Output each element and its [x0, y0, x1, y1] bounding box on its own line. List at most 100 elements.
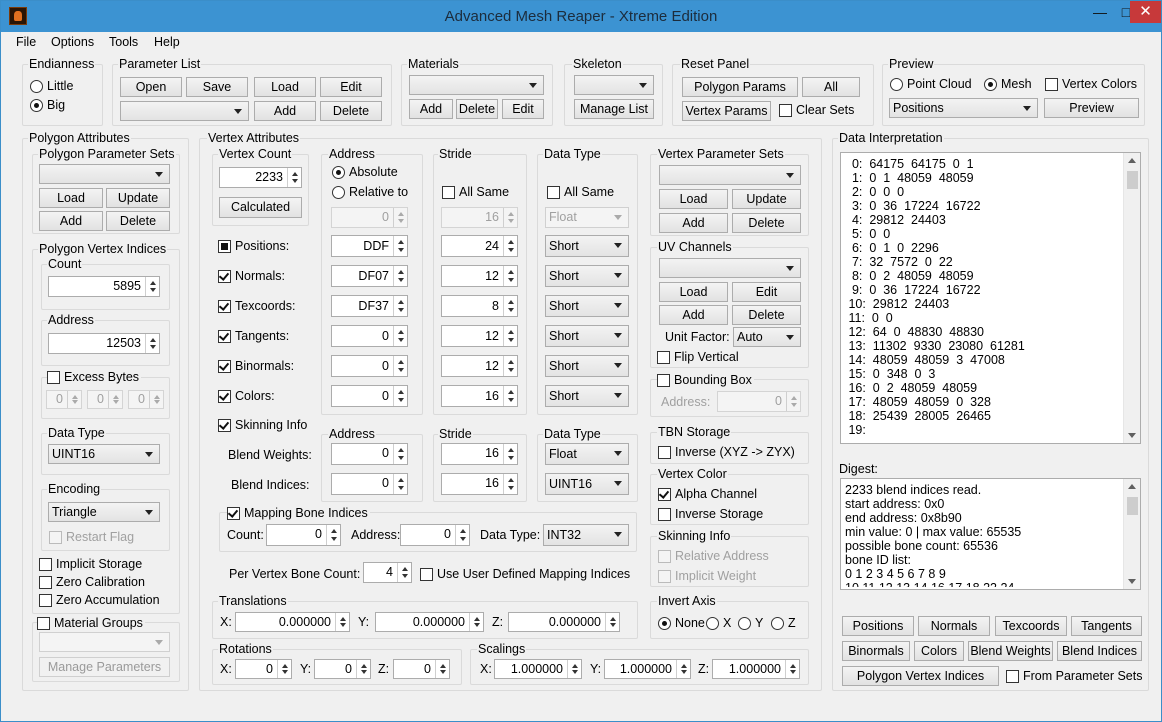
radio-point-cloud[interactable]: Point Cloud [890, 77, 972, 91]
data-interpretation-text[interactable]: 0: 64175 64175 0 1 1: 0 1 48059 48059 2:… [840, 152, 1141, 444]
relative-to-spinbox[interactable]: 0 [331, 207, 408, 228]
binormals-checkbox[interactable]: Binormals: [218, 359, 294, 373]
translation-x-spinbox[interactable]: 0.000000 [235, 612, 350, 632]
mb-count-spinbox[interactable]: 0 [266, 524, 341, 546]
implicit-storage-checkbox[interactable]: Implicit Storage [39, 557, 142, 571]
rotation-x-spinbox[interactable]: 0 [235, 659, 292, 679]
vertex-colors-checkbox[interactable]: Vertex Colors [1045, 77, 1137, 91]
digest-text[interactable]: 2233 blend indices read. start address: 0… [840, 478, 1141, 590]
tangents-checkbox[interactable]: Tangents: [218, 329, 289, 343]
uv-add-button[interactable]: Add [659, 305, 728, 325]
bounding-box-checkbox[interactable]: Bounding Box [657, 373, 754, 387]
vertex-add-button[interactable]: Add [659, 213, 728, 233]
parameter-list-select[interactable] [120, 101, 249, 121]
stride-base-spinbox[interactable]: 16 [441, 207, 518, 228]
colors-checkbox[interactable]: Colors: [218, 389, 275, 403]
polygon-add-button[interactable]: Add [39, 211, 103, 231]
uv-edit-button[interactable]: Edit [732, 282, 801, 302]
reset-all-button[interactable]: All [802, 77, 860, 97]
positions-address-spinbox[interactable]: DDF [331, 235, 408, 257]
radio-invert-x[interactable]: X [706, 616, 731, 630]
zero-calibration-checkbox[interactable]: Zero Calibration [39, 575, 145, 589]
normals-button[interactable]: Normals [918, 616, 990, 636]
blend-weights-address-spinbox[interactable]: 0 [331, 443, 408, 465]
excess-spin-3[interactable]: 0 [128, 390, 164, 409]
positions-type-select[interactable]: Short [545, 235, 629, 257]
material-groups-checkbox[interactable]: Material Groups [37, 616, 145, 630]
normals-type-select[interactable]: Short [545, 265, 629, 287]
radio-big[interactable]: Big [30, 98, 65, 112]
radio-invert-y[interactable]: Y [738, 616, 763, 630]
binormals-button[interactable]: Binormals [842, 641, 910, 661]
manage-parameters-button[interactable]: Manage Parameters [39, 657, 170, 677]
count-spinbox[interactable]: 5895 [48, 276, 160, 297]
tangents-type-select[interactable]: Short [545, 325, 629, 347]
material-groups-select[interactable] [39, 632, 170, 652]
blend-indices-button[interactable]: Blend Indices [1057, 641, 1142, 661]
translation-z-spinbox[interactable]: 0.000000 [508, 612, 620, 632]
excess-bytes-checkbox[interactable]: Excess Bytes [47, 370, 142, 384]
scaling-z-spinbox[interactable]: 1.000000 [712, 659, 800, 679]
minimize-button[interactable]: — [1086, 1, 1114, 23]
materials-delete-button[interactable]: Delete [456, 99, 498, 119]
param-add-button[interactable]: Add [254, 101, 316, 121]
rotation-z-spinbox[interactable]: 0 [393, 659, 450, 679]
blend-indices-address-spinbox[interactable]: 0 [331, 473, 408, 495]
param-delete-button[interactable]: Delete [320, 101, 382, 121]
radio-invert-z[interactable]: Z [771, 616, 796, 630]
texcoords-stride-spinbox[interactable]: 8 [441, 295, 518, 317]
vertex-update-button[interactable]: Update [732, 189, 801, 209]
open-button[interactable]: Open [120, 77, 182, 97]
restart-flag-checkbox[interactable]: Restart Flag [49, 530, 134, 544]
reset-polygon-params-button[interactable]: Polygon Params [682, 77, 798, 97]
texcoords-type-select[interactable]: Short [545, 295, 629, 317]
materials-select[interactable] [409, 75, 544, 95]
excess-spin-1[interactable]: 0 [46, 390, 82, 409]
blend-weights-stride-spinbox[interactable]: 16 [441, 443, 518, 465]
blend-weights-type-select[interactable]: Float [545, 443, 629, 465]
vertex-delete-button[interactable]: Delete [732, 213, 801, 233]
mb-address-spinbox[interactable]: 0 [400, 524, 470, 546]
texcoords-checkbox[interactable]: Texcoords: [218, 299, 295, 313]
colors-button[interactable]: Colors [914, 641, 964, 661]
calculated-button[interactable]: Calculated [219, 197, 302, 218]
reset-vertex-params-button[interactable]: Vertex Params [682, 101, 771, 121]
normals-checkbox[interactable]: Normals: [218, 269, 285, 283]
normals-address-spinbox[interactable]: DF07 [331, 265, 408, 287]
excess-spin-2[interactable]: 0 [87, 390, 123, 409]
tbn-inverse-checkbox[interactable]: Inverse (XYZ -> ZYX) [658, 445, 795, 459]
bb-address-spinbox[interactable]: 0 [717, 391, 801, 412]
tangents-address-spinbox[interactable]: 0 [331, 325, 408, 347]
menu-file[interactable]: File [16, 35, 36, 49]
mb-datatype-select[interactable]: INT32 [543, 524, 629, 546]
binormals-address-spinbox[interactable]: 0 [331, 355, 408, 377]
materials-edit-button[interactable]: Edit [502, 99, 544, 119]
inverse-storage-checkbox[interactable]: Inverse Storage [658, 507, 763, 521]
scaling-y-spinbox[interactable]: 1.000000 [604, 659, 691, 679]
relative-address-checkbox[interactable]: Relative Address [658, 549, 769, 563]
skinning-info-checkbox[interactable]: Skinning Info [218, 418, 307, 432]
positions-checkbox[interactable]: Positions: [218, 239, 289, 253]
texcoords-button[interactable]: Texcoords [995, 616, 1067, 636]
colors-type-select[interactable]: Short [545, 385, 629, 407]
radio-mesh[interactable]: Mesh [984, 77, 1032, 91]
tangents-stride-spinbox[interactable]: 12 [441, 325, 518, 347]
binormals-stride-spinbox[interactable]: 12 [441, 355, 518, 377]
polygon-delete-button[interactable]: Delete [106, 211, 170, 231]
materials-add-button[interactable]: Add [409, 99, 453, 119]
radio-absolute[interactable]: Absolute [332, 165, 398, 179]
polygon-update-button[interactable]: Update [106, 188, 170, 208]
data-type-select[interactable]: UINT16 [48, 444, 160, 464]
positions-stride-spinbox[interactable]: 24 [441, 235, 518, 257]
param-load-button[interactable]: Load [254, 77, 316, 97]
mapping-bone-indices-checkbox[interactable]: Mapping Bone Indices [227, 506, 370, 520]
colors-stride-spinbox[interactable]: 16 [441, 385, 518, 407]
menu-tools[interactable]: Tools [109, 35, 138, 49]
param-edit-button[interactable]: Edit [320, 77, 382, 97]
blend-indices-stride-spinbox[interactable]: 16 [441, 473, 518, 495]
radio-invert-none[interactable]: None [658, 616, 705, 630]
binormals-type-select[interactable]: Short [545, 355, 629, 377]
implicit-weight-checkbox[interactable]: Implicit Weight [658, 569, 756, 583]
normals-stride-spinbox[interactable]: 12 [441, 265, 518, 287]
alpha-channel-checkbox[interactable]: Alpha Channel [658, 487, 757, 501]
